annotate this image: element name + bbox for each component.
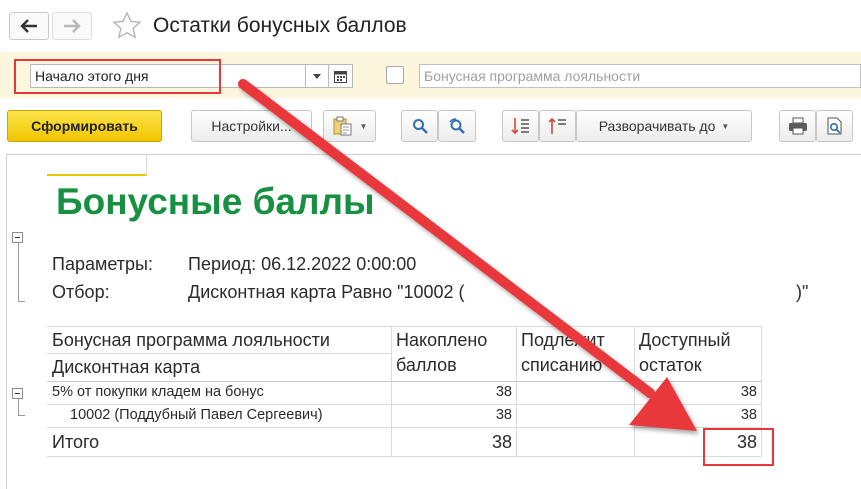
annotation-arrow-icon — [238, 79, 697, 431]
